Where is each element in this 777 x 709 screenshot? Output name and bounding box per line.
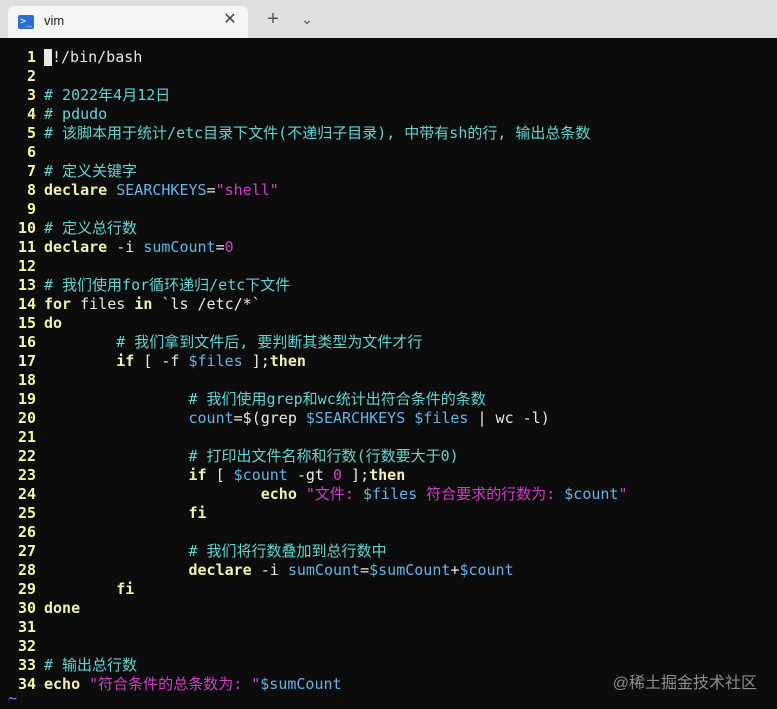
line-number: 32	[17, 637, 36, 655]
line-number: 31	[17, 618, 36, 636]
line-number: 15	[17, 314, 36, 332]
tab-vim[interactable]: >_ vim ✕	[8, 6, 248, 38]
line-number: 11	[17, 238, 36, 256]
code-text[interactable]: !/bin/bash	[44, 48, 142, 67]
code-text[interactable]: # 定义总行数	[44, 219, 137, 238]
line-number: 10	[17, 219, 36, 237]
close-tab-button[interactable]: ✕	[220, 10, 240, 30]
code-text[interactable]: do	[44, 314, 62, 333]
code-text[interactable]: # 我们拿到文件后, 要判断其类型为文件才行	[44, 333, 422, 352]
line-number: 18	[17, 371, 36, 389]
code-text[interactable]: # pdudo	[44, 105, 107, 124]
terminal-icon: >_	[18, 15, 34, 29]
line-number: 6	[26, 143, 36, 161]
code-text[interactable]: if [ $count -gt 0 ];then	[44, 466, 406, 485]
line-number: 30	[17, 599, 36, 617]
line-number: 8	[26, 181, 36, 199]
code-text[interactable]: # 定义关键字	[44, 162, 137, 181]
line-number: 22	[17, 447, 36, 465]
code-text[interactable]: # 2022年4月12日	[44, 86, 170, 105]
line-number: 13	[17, 276, 36, 294]
line-number: 4	[26, 105, 36, 123]
line-number: 34	[17, 675, 36, 693]
line-number: 24	[17, 485, 36, 503]
code-text[interactable]: # 打印出文件名称和行数(行数要大于0)	[44, 447, 459, 466]
code-text[interactable]: # 我们使用grep和wc统计出符合条件的条数	[44, 390, 486, 409]
code-text[interactable]: declare -i sumCount=$sumCount+$count	[44, 561, 514, 580]
line-number: 17	[17, 352, 36, 370]
code-text[interactable]: # 我们将行数叠加到总行数中	[44, 542, 387, 561]
line-number: 12	[17, 257, 36, 275]
line-number: 28	[17, 561, 36, 579]
code-text[interactable]: declare SEARCHKEYS="shell"	[44, 181, 279, 200]
line-number: 7	[26, 162, 36, 180]
line-number: 14	[17, 295, 36, 313]
code-text[interactable]: fi	[44, 580, 134, 599]
tab-title: vim	[44, 13, 65, 28]
code-text[interactable]: # 该脚本用于统计/etc目录下文件(不递归子目录), 中带有sh的行, 输出总…	[44, 124, 590, 143]
line-number: 29	[17, 580, 36, 598]
terminal-viewport[interactable]: 1 !/bin/bash 2 3 # 2022年4月12日 4 # pdudo 5 # 该脚本用…	[0, 38, 777, 709]
code-text[interactable]: echo "文件: $files 符合要求的行数为: $count"	[44, 485, 628, 504]
empty-line-marker: ~	[8, 689, 18, 707]
code-text[interactable]: # 输出总行数	[44, 656, 137, 675]
code-text[interactable]: if [ -f $files ];then	[44, 352, 306, 371]
code-text[interactable]: count=$(grep $SEARCHKEYS $files | wc -l)	[44, 409, 550, 428]
line-number: 1	[26, 48, 36, 66]
line-number: 21	[17, 428, 36, 446]
line-number: 3	[26, 86, 36, 104]
line-number: 33	[17, 656, 36, 674]
title-bar: >_ vim ✕ + ⌄	[0, 0, 777, 38]
code-text[interactable]: # 我们使用for循环递归/etc下文件	[44, 276, 290, 295]
code-text[interactable]: for files in `ls /etc/*`	[44, 295, 261, 314]
line-number: 16	[17, 333, 36, 351]
line-number: 26	[17, 523, 36, 541]
code-text[interactable]: fi	[44, 504, 207, 523]
code-text[interactable]: echo "符合条件的总条数为: "$sumCount	[44, 675, 342, 694]
watermark: @稀土掘金技术社区	[612, 675, 757, 692]
tab-dropdown-button[interactable]: ⌄	[296, 8, 318, 30]
line-number: 20	[17, 409, 36, 427]
new-tab-button[interactable]: +	[262, 8, 284, 30]
code-text[interactable]: declare -i sumCount=0	[44, 238, 234, 257]
line-number: 23	[17, 466, 36, 484]
line-number: 9	[26, 200, 36, 218]
code-text[interactable]: done	[44, 599, 80, 618]
line-number: 27	[17, 542, 36, 560]
line-number: 19	[17, 390, 36, 408]
line-number: 25	[17, 504, 36, 522]
line-number: 2	[26, 67, 36, 85]
line-number: 5	[26, 124, 36, 142]
